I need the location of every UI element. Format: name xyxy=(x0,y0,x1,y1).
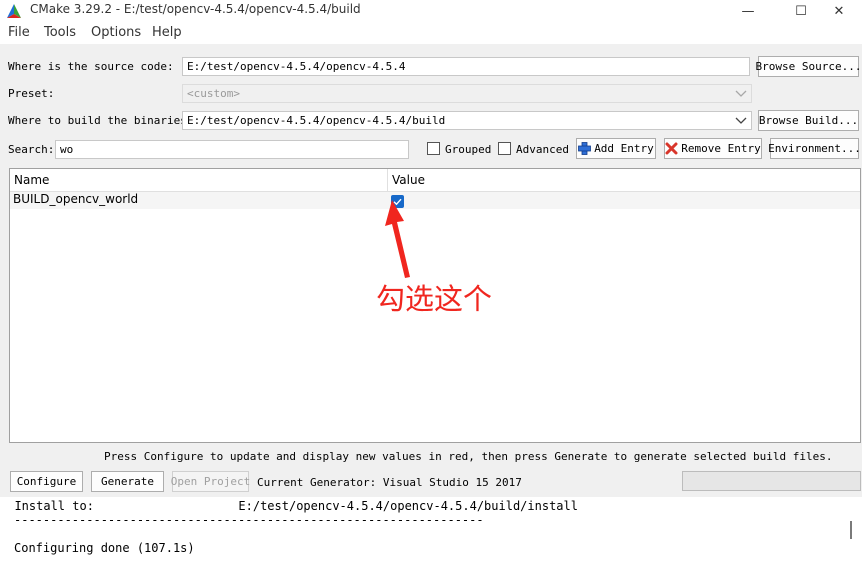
browse-source-button[interactable]: Browse Source... xyxy=(756,56,861,77)
search-label: Search: xyxy=(8,143,55,156)
menu-bar: File Tools Options Help xyxy=(0,22,862,44)
preset-value: <custom> xyxy=(187,87,240,100)
menu-help[interactable]: Help xyxy=(152,25,182,40)
binaries-label: Where to build the binaries: xyxy=(8,114,194,127)
log-line: ----------------------------------------… xyxy=(14,513,484,527)
browse-build-button[interactable]: Browse Build... xyxy=(758,110,859,131)
log-scrollbar[interactable] xyxy=(850,521,852,539)
preset-label: Preset: xyxy=(8,87,55,100)
window-title: CMake 3.29.2 - E:/test/opencv-4.5.4/open… xyxy=(30,2,361,16)
table-row[interactable]: BUILD_opencv_world xyxy=(10,192,860,209)
remove-entry-label: Remove Entry xyxy=(681,142,761,155)
current-generator: Current Generator: Visual Studio 15 2017 xyxy=(257,476,522,489)
grouped-checkbox[interactable] xyxy=(427,142,440,155)
environment-button[interactable]: Environment... xyxy=(768,138,861,159)
chevron-down-icon xyxy=(735,90,747,97)
log-line: Configuring done (107.1s) xyxy=(14,541,195,555)
add-icon xyxy=(578,142,592,155)
advanced-label: Advanced xyxy=(516,143,569,156)
annotation-arrow-icon xyxy=(385,200,410,278)
table-header: Name Value xyxy=(10,169,860,192)
entry-name: BUILD_opencv_world xyxy=(13,192,139,206)
column-header-name[interactable]: Name xyxy=(14,173,49,187)
menu-options[interactable]: Options xyxy=(91,25,141,40)
open-project-button[interactable]: Open Project xyxy=(171,471,250,492)
cmake-logo-icon xyxy=(7,4,21,18)
grouped-label: Grouped xyxy=(445,143,492,156)
source-path-input[interactable]: E:/test/opencv-4.5.4/opencv-4.5.4 xyxy=(182,57,750,76)
add-entry-label: Add Entry xyxy=(594,142,654,155)
annotation-text: 勾选这个 xyxy=(376,282,493,316)
search-value: wo xyxy=(60,143,74,156)
configure-button[interactable]: Configure xyxy=(10,471,83,492)
close-button[interactable]: ✕ xyxy=(816,0,862,22)
source-label: Where is the source code: xyxy=(8,60,174,73)
column-header-value[interactable]: Value xyxy=(392,173,425,187)
generate-button[interactable]: Generate xyxy=(91,471,164,492)
menu-file[interactable]: File xyxy=(8,25,30,40)
log-line: Install to: E:/test/opencv-4.5.4/opencv-… xyxy=(0,499,578,513)
search-input[interactable]: wo xyxy=(55,140,409,159)
title-bar: CMake 3.29.2 - E:/test/opencv-4.5.4/open… xyxy=(0,0,862,22)
output-log[interactable]: Install to: E:/test/opencv-4.5.4/opencv-… xyxy=(0,497,862,564)
progress-bar xyxy=(682,471,861,491)
remove-entry-button[interactable]: Remove Entry xyxy=(664,138,762,159)
minimize-button[interactable]: — xyxy=(725,0,771,22)
hint-text: Press Configure to update and display ne… xyxy=(104,450,833,463)
menu-tools[interactable]: Tools xyxy=(44,25,76,40)
source-path-value: E:/test/opencv-4.5.4/opencv-4.5.4 xyxy=(187,60,406,73)
remove-icon xyxy=(665,142,678,155)
binaries-path-select[interactable]: E:/test/opencv-4.5.4/opencv-4.5.4/build xyxy=(182,111,752,130)
advanced-checkbox[interactable] xyxy=(498,142,511,155)
binaries-path-value: E:/test/opencv-4.5.4/opencv-4.5.4/build xyxy=(187,114,446,127)
chevron-down-icon xyxy=(735,117,747,124)
add-entry-button[interactable]: Add Entry xyxy=(576,138,656,159)
preset-select[interactable]: <custom> xyxy=(182,84,752,103)
column-divider xyxy=(387,169,388,192)
